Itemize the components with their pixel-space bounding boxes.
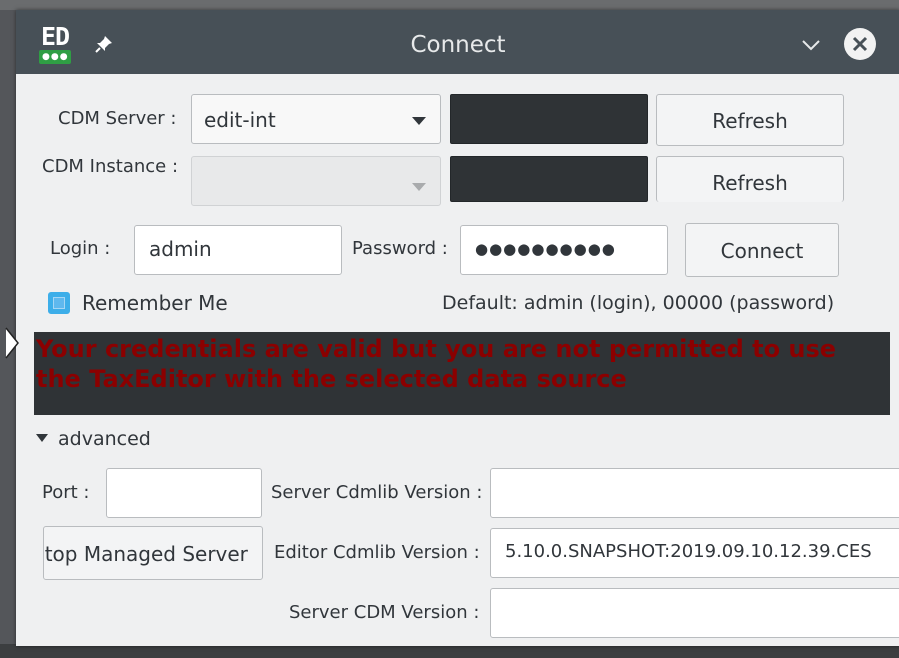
cdm-server-value: edit-int <box>204 108 276 132</box>
cdm-instance-select[interactable] <box>191 156 441 206</box>
dropdown-arrow-icon <box>412 183 426 191</box>
window-title: Connect <box>410 32 506 58</box>
server-cdm-version-label: Server CDM Version : <box>289 602 480 623</box>
server-status-field <box>450 94 648 144</box>
port-label: Port : <box>42 482 90 503</box>
pin-icon[interactable] <box>94 34 114 54</box>
default-credentials-hint: Default: admin (login), 00000 (password) <box>442 292 835 314</box>
close-icon <box>852 36 868 52</box>
remember-me-label[interactable]: Remember Me <box>82 291 228 315</box>
title-bar[interactable]: Connect ED ●●● <box>16 10 899 74</box>
password-label: Password : <box>352 238 448 259</box>
app-logo-dots: ●●● <box>42 52 69 62</box>
login-label: Login : <box>50 238 111 259</box>
error-message: Your credentials are valid but you are n… <box>36 335 837 393</box>
editor-cdmlib-version-label: Editor Cdmlib Version : <box>274 542 480 563</box>
login-input[interactable]: admin <box>134 225 342 275</box>
server-cdm-version-field[interactable] <box>490 588 899 638</box>
server-cdmlib-version-label: Server Cdmlib Version : <box>271 482 483 503</box>
minimize-chevron-icon[interactable] <box>800 34 822 56</box>
refresh-server-button[interactable]: Refresh <box>656 94 844 146</box>
password-input[interactable]: ●●●●●●●●●● <box>460 225 668 275</box>
mouse-cursor-icon <box>5 327 19 359</box>
stop-managed-server-button[interactable]: Stop Managed Server <box>43 526 263 580</box>
connect-dialog: Connect ED ●●● CDM Server : edit-int Ref… <box>16 10 899 646</box>
cdm-server-label: CDM Server : <box>58 108 177 129</box>
app-logo-icon: ED ●●● <box>36 22 74 64</box>
desktop-background <box>0 0 899 10</box>
refresh-instance-button[interactable]: Refresh <box>656 156 844 202</box>
stop-managed-server-label: Stop Managed Server <box>43 542 248 566</box>
port-input[interactable] <box>106 468 262 518</box>
app-logo-text: ED <box>40 22 70 51</box>
cdm-instance-label: CDM Instance : <box>42 156 179 177</box>
expand-arrow-icon[interactable] <box>36 434 48 442</box>
desktop-background-bottom <box>0 644 899 658</box>
cdm-server-select[interactable]: edit-int <box>191 94 441 144</box>
remember-me-checkbox[interactable] <box>48 292 70 314</box>
dropdown-arrow-icon <box>412 117 426 125</box>
advanced-toggle[interactable]: advanced <box>58 428 151 450</box>
instance-status-field <box>450 156 648 202</box>
message-panel: Your credentials are valid but you are n… <box>34 332 890 415</box>
connect-button[interactable]: Connect <box>685 223 839 277</box>
editor-cdmlib-version-field[interactable]: 5.10.0.SNAPSHOT:2019.09.10.12.39.CES <box>490 528 899 578</box>
close-button[interactable] <box>844 28 876 60</box>
server-cdmlib-version-field[interactable] <box>490 468 899 518</box>
